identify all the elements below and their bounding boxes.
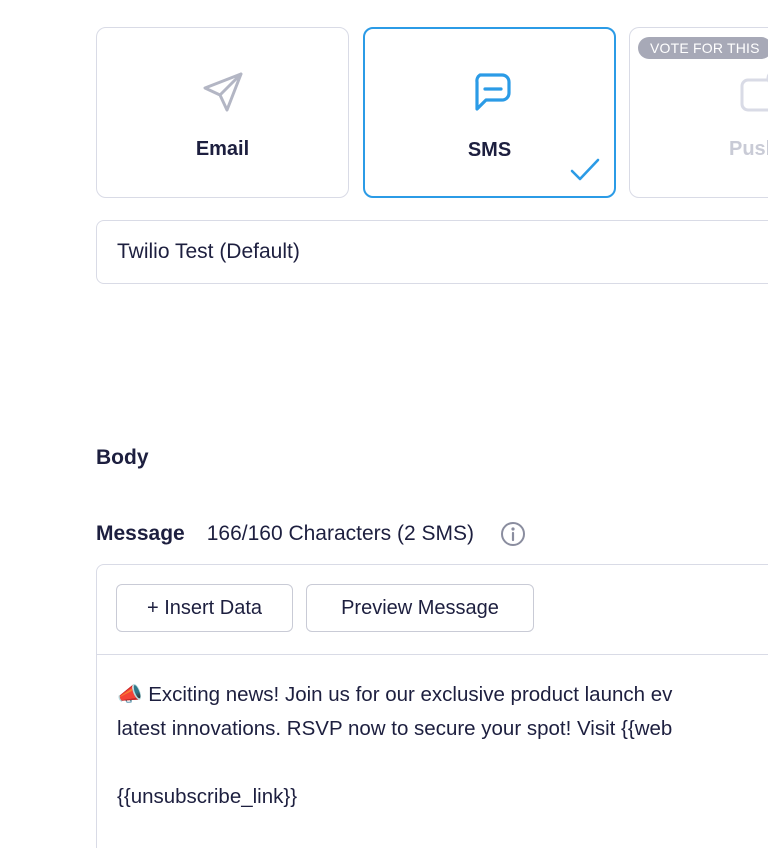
chat-bubble-icon [474, 73, 511, 111]
message-body-textarea[interactable]: 📣 Exciting news! Join us for our exclusi… [117, 678, 768, 814]
paper-plane-icon [203, 72, 242, 112]
channel-label-email: Email [195, 138, 250, 160]
body-section-title: Body [96, 446, 149, 469]
channel-card-sms[interactable]: SMS [363, 27, 616, 198]
body-line: {{unsubscribe_link}} [117, 785, 298, 808]
channel-label-push: Push [729, 138, 768, 160]
checkmark-icon [570, 158, 600, 181]
preview-message-button[interactable]: Preview Message [306, 584, 534, 632]
body-line [117, 746, 768, 780]
body-line: 📣 Exciting news! Join us for our exclusi… [117, 683, 673, 706]
editor-toolbar: + Insert Data Preview Message [97, 565, 768, 655]
info-icon[interactable] [500, 521, 526, 547]
channel-card-email[interactable]: Email [96, 27, 349, 198]
message-editor: + Insert Data Preview Message 📣 Exciting… [96, 564, 768, 848]
sms-campaign-editor: Email SMS Push VOTE FOR THIS Twilio Test… [0, 0, 768, 848]
character-count: 166/160 Characters (2 SMS) [206, 522, 475, 545]
body-line: latest innovations. RSVP now to secure y… [117, 717, 673, 740]
vote-badge[interactable]: VOTE FOR THIS [638, 37, 768, 59]
provider-select[interactable]: Twilio Test (Default) [96, 220, 768, 284]
message-header: Message 166/160 Characters (2 SMS) [96, 520, 526, 548]
push-notification-icon [740, 73, 768, 112]
message-label: Message [96, 522, 185, 545]
insert-data-button[interactable]: + Insert Data [116, 584, 293, 632]
